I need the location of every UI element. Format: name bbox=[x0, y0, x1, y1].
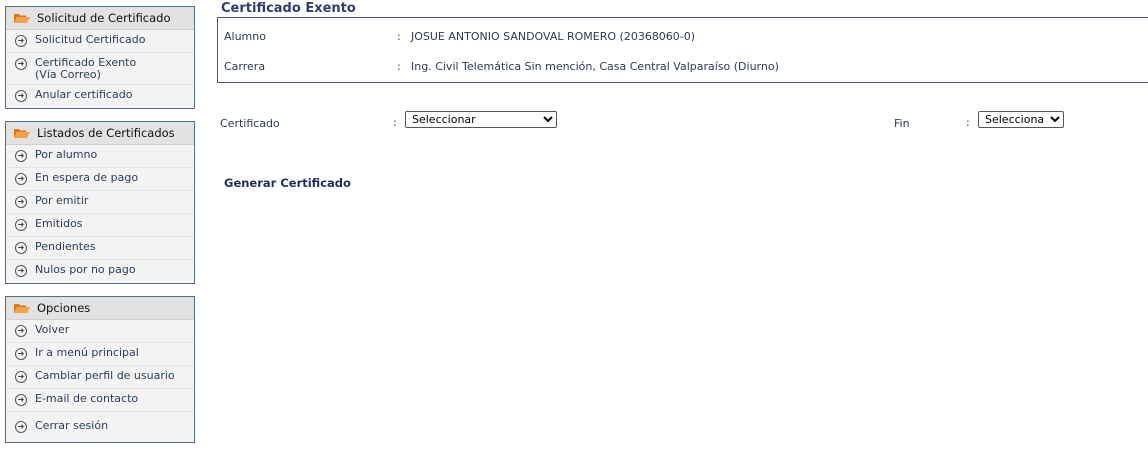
section-header: Opciones bbox=[6, 297, 194, 320]
sidebar-item-label: Volver bbox=[35, 323, 70, 336]
sidebar-item-certificado-exento[interactable]: ➜ Certificado Exento (Vía Correo) bbox=[6, 53, 194, 85]
info-row-alumno: Alumno : JOSUE ANTONIO SANDOVAL ROMERO (… bbox=[224, 21, 1145, 51]
folder-icon bbox=[14, 129, 30, 138]
sidebar-item-label: Nulos por no pago bbox=[35, 263, 136, 276]
arrow-right-icon: ➜ bbox=[15, 325, 27, 337]
certificado-select[interactable]: Seleccionar bbox=[405, 111, 557, 128]
arrow-right-icon: ➜ bbox=[15, 58, 27, 70]
student-info-box: Alumno : JOSUE ANTONIO SANDOVAL ROMERO (… bbox=[217, 17, 1148, 83]
arrow-right-icon: ➜ bbox=[15, 90, 27, 102]
sidebar-item-label: E-mail de contacto bbox=[35, 392, 139, 405]
sidebar-item-nulos-por-no-pago[interactable]: ➜ Nulos por no pago bbox=[6, 260, 194, 283]
sidebar-section-solicitud: Solicitud de Certificado ➜ Solicitud Cer… bbox=[5, 6, 195, 109]
sidebar-item-emitidos[interactable]: ➜ Emitidos bbox=[6, 214, 194, 237]
certificado-label: Certificado bbox=[220, 117, 280, 130]
arrow-right-icon: ➜ bbox=[15, 265, 27, 277]
colon: : bbox=[397, 59, 401, 73]
folder-icon bbox=[14, 304, 30, 313]
sidebar-item-label: Cerrar sesión bbox=[35, 419, 109, 432]
sidebar-item-cerrar-sesion[interactable]: ➜ Cerrar sesión bbox=[6, 412, 194, 442]
fin-label: Fin bbox=[894, 117, 910, 130]
carrera-label: Carrera bbox=[224, 59, 266, 73]
fin-select[interactable]: Seleccionar bbox=[978, 111, 1064, 128]
sidebar-item-pendientes[interactable]: ➜ Pendientes bbox=[6, 237, 194, 260]
arrow-right-icon: ➜ bbox=[15, 394, 27, 406]
sidebar-item-cambiar-perfil[interactable]: ➜ Cambiar perfil de usuario bbox=[6, 366, 194, 389]
colon: : bbox=[393, 116, 397, 129]
arrow-right-icon: ➜ bbox=[15, 421, 27, 433]
colon: : bbox=[397, 29, 401, 43]
sidebar-section-opciones: Opciones ➜ Volver ➜ Ir a menú principal … bbox=[5, 296, 195, 443]
certificate-form-row: Certificado : Seleccionar Fin : Seleccio… bbox=[217, 110, 1148, 134]
arrow-right-icon: ➜ bbox=[15, 371, 27, 383]
arrow-right-icon: ➜ bbox=[15, 150, 27, 162]
sidebar-item-label: Por emitir bbox=[35, 194, 89, 207]
section-header: Solicitud de Certificado bbox=[6, 7, 194, 30]
sidebar-item-anular-certificado[interactable]: ➜ Anular certificado bbox=[6, 85, 194, 108]
info-row-carrera: Carrera : Ing. Civil Telemática Sin menc… bbox=[224, 51, 1145, 81]
sidebar-item-menu-principal[interactable]: ➜ Ir a menú principal bbox=[6, 343, 194, 366]
arrow-right-icon: ➜ bbox=[15, 35, 27, 47]
sidebar-item-label: Certificado Exento (Vía Correo) bbox=[35, 56, 137, 81]
sidebar-item-por-alumno[interactable]: ➜ Por alumno bbox=[6, 145, 194, 168]
sidebar-section-listados: Listados de Certificados ➜ Por alumno ➜ … bbox=[5, 121, 195, 284]
sidebar-item-label: Emitidos bbox=[35, 217, 83, 230]
section-title: Listados de Certificados bbox=[37, 126, 175, 140]
sidebar-item-label: Por alumno bbox=[35, 148, 98, 161]
arrow-right-icon: ➜ bbox=[15, 219, 27, 231]
carrera-value: Ing. Civil Telemática Sin mención, Casa … bbox=[411, 59, 779, 73]
sidebar-item-label: Anular certificado bbox=[35, 88, 133, 101]
sidebar-item-label: Ir a menú principal bbox=[35, 346, 139, 359]
arrow-right-icon: ➜ bbox=[15, 242, 27, 254]
section-title: Opciones bbox=[37, 301, 91, 315]
sidebar-item-label: En espera de pago bbox=[35, 171, 139, 184]
arrow-right-icon: ➜ bbox=[15, 348, 27, 360]
alumno-value: JOSUE ANTONIO SANDOVAL ROMERO (20368060-… bbox=[411, 29, 696, 43]
sidebar-item-label: Pendientes bbox=[35, 240, 96, 253]
colon: : bbox=[966, 116, 970, 129]
generate-certificate-button[interactable]: Generar Certificado bbox=[224, 176, 351, 190]
sidebar-item-solicitud-certificado[interactable]: ➜ Solicitud Certificado bbox=[6, 30, 194, 53]
sidebar-item-label: Solicitud Certificado bbox=[35, 33, 146, 46]
arrow-right-icon: ➜ bbox=[15, 196, 27, 208]
sidebar-item-email-contacto[interactable]: ➜ E-mail de contacto bbox=[6, 389, 194, 412]
alumno-label: Alumno bbox=[224, 29, 266, 43]
arrow-right-icon: ➜ bbox=[15, 173, 27, 185]
sidebar-item-volver[interactable]: ➜ Volver bbox=[6, 320, 194, 343]
page-title: Certificado Exento bbox=[221, 1, 356, 16]
section-title: Solicitud de Certificado bbox=[37, 11, 171, 25]
main-content: Certificado Exento Alumno : JOSUE ANTONI… bbox=[217, 0, 1148, 190]
folder-icon bbox=[14, 14, 30, 23]
sidebar-item-en-espera-de-pago[interactable]: ➜ En espera de pago bbox=[6, 168, 194, 191]
sidebar: Solicitud de Certificado ➜ Solicitud Cer… bbox=[5, 6, 195, 455]
section-header: Listados de Certificados bbox=[6, 122, 194, 145]
sidebar-item-label: Cambiar perfil de usuario bbox=[35, 369, 175, 382]
sidebar-item-por-emitir[interactable]: ➜ Por emitir bbox=[6, 191, 194, 214]
